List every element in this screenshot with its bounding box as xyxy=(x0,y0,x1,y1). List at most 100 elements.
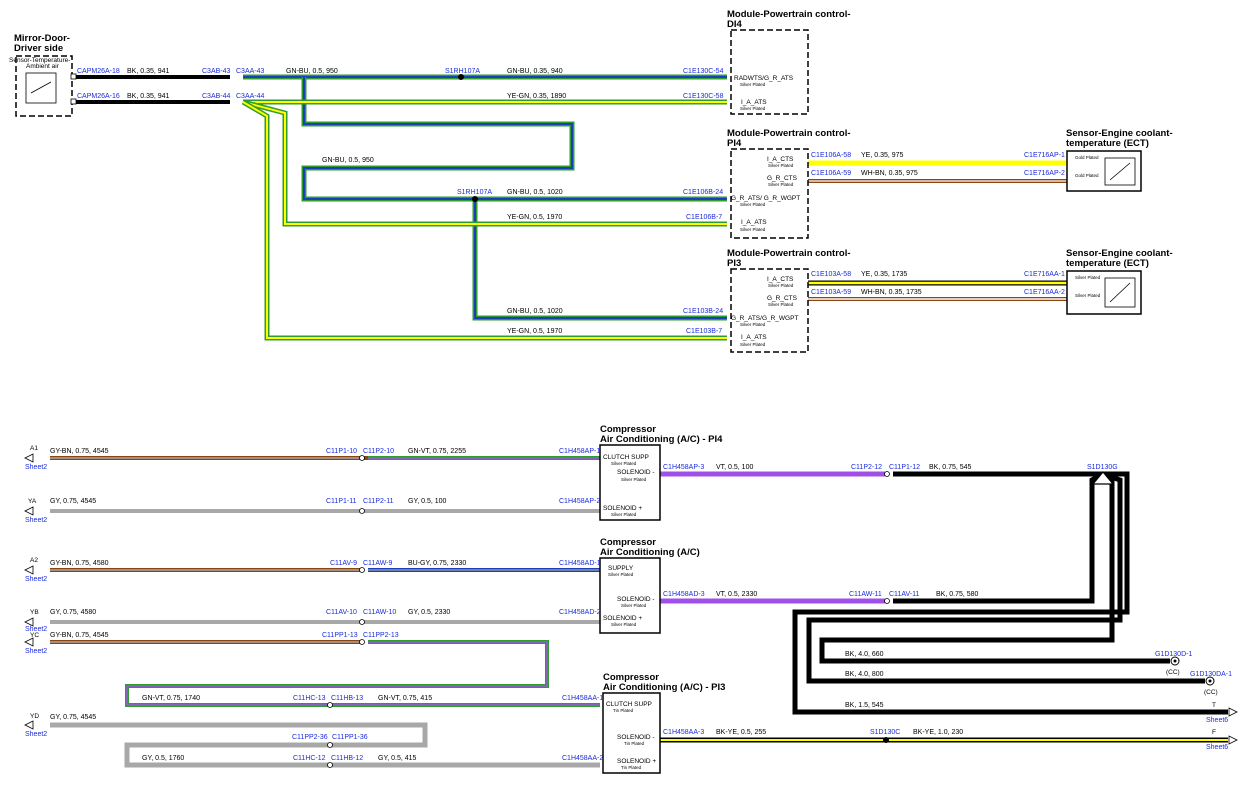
ref-yb-id: YB xyxy=(30,609,39,616)
ref-yd-sheet[interactable]: Sheet2 xyxy=(25,731,47,738)
mirror-title-2: Driver side xyxy=(14,43,63,54)
pcm-pi3-pin4-plating: Silver Plated xyxy=(740,342,766,347)
comp-ac-pin1-plating: Silver Plated xyxy=(608,572,634,577)
wl-gnvt415: GN-VT, 0.75, 415 xyxy=(378,695,432,702)
conn-s1rh-mid: S1RH107A xyxy=(457,189,492,196)
conn-c11aw11: C11AW-11 xyxy=(849,591,882,598)
wl-yegn1970-a: YE-GN, 0.5, 1970 xyxy=(507,214,562,221)
pcm-di4-pin2-plating: Silver Plated xyxy=(740,106,766,111)
comp-pi3-title-2: Air Conditioning (A/C) - PI3 xyxy=(603,682,725,693)
wl-bugy2330: BU-GY, 0.75, 2330 xyxy=(408,560,466,567)
ref-ya-sheet[interactable]: Sheet2 xyxy=(25,517,47,524)
ref-yc-id: YC xyxy=(30,632,39,639)
comp-pi4-pin2-plating: Silver Plated xyxy=(621,477,647,482)
comp-pi3-pin2-plating: Tin Plated xyxy=(624,741,645,746)
wl-bkye230: BK-YE, 1.0, 230 xyxy=(913,729,963,736)
pcm-di4-pin1-plating: Silver Plated xyxy=(740,82,766,87)
ect1-plating-2: Gold Plated xyxy=(1075,173,1099,178)
pcm-di4-title-2: DI4 xyxy=(727,19,743,30)
comp-pi4-title-2: Air Conditioning (A/C) - PI4 xyxy=(600,434,723,445)
wire-yegn-1970-a xyxy=(242,99,727,227)
pcm-pi3-title-1: Module-Powertrain control- xyxy=(727,248,851,259)
conn-c11pp1-13: C11PP1-13 xyxy=(322,632,358,639)
conn-c11aw9: C11AW-9 xyxy=(363,560,393,567)
comp-pi3-pin1-label: CLUTCH SUPP xyxy=(606,701,652,708)
ref-ya-id: YA xyxy=(28,498,37,505)
conn-c11hb12: C11HB-12 xyxy=(331,755,363,762)
wl-gnbu940: GN-BU, 0.35, 940 xyxy=(507,68,563,75)
wire-bk-580 xyxy=(893,471,1105,604)
ground-1-label: (CC) xyxy=(1166,669,1180,676)
pcm-pi4-pin1-label: I_A_CTS xyxy=(767,156,794,163)
comp-ac-pin3-plating: Silver Plated xyxy=(611,622,637,627)
wl-capm16: BK, 0.35, 941 xyxy=(127,93,170,100)
ect1-title-2: temperature (ECT) xyxy=(1066,138,1149,149)
conn-c11hc12: C11HC-12 xyxy=(293,755,326,762)
wl-gybn4545-b: GY-BN, 0.75, 4545 xyxy=(50,632,109,639)
ref-a2-sheet[interactable]: Sheet2 xyxy=(25,576,47,583)
ect2-plating-2: Silver Plated xyxy=(1075,293,1101,298)
wl-gnbu950-mid: GN-BU, 0.5, 950 xyxy=(322,157,374,164)
conn-c1e103a58: C1E103A-58 xyxy=(811,271,851,278)
pcm-pi4-pin2-label: G_R_CTS xyxy=(767,175,798,182)
ref-yd-id: YD xyxy=(30,713,39,720)
conn-c1e716aa1: C1E716AA-1 xyxy=(1024,271,1065,278)
conn-c11aw10: C11AW-10 xyxy=(363,609,396,616)
wl-yegn1890: YE-GN, 0.35, 1890 xyxy=(507,93,566,100)
conn-c1e106b7: C1E106B-7 xyxy=(686,214,722,221)
ref-f-sheet[interactable]: Sheet6 xyxy=(1206,744,1228,751)
pcm-pi3-pin2-plating: Silver Plated xyxy=(768,302,794,307)
pcm-pi4-pin2-plating: Silver Plated xyxy=(768,182,794,187)
wl-bk580: BK, 0.75, 580 xyxy=(936,591,979,598)
pcm-pi4-title-2: PI4 xyxy=(727,138,742,149)
ref-t-sheet[interactable]: Sheet6 xyxy=(1206,717,1228,724)
conn-c1h458aa1: C1H458AA-1 xyxy=(562,695,603,702)
ground-g1d130da: (CC) xyxy=(1204,676,1218,696)
ect1-plating-1: Gold Plated xyxy=(1075,155,1099,160)
pcm-pi3-title-2: PI3 xyxy=(727,258,741,269)
wl-gnbu1020-b: GN-BU, 0.5, 1020 xyxy=(507,308,563,315)
conn-c1e716ap2: C1E716AP-2 xyxy=(1024,170,1065,177)
comp-ac-pin1-label: SUPPLY xyxy=(608,565,634,572)
wl-gnbu1020-a: GN-BU, 0.5, 1020 xyxy=(507,189,563,196)
comp-pi3-pin3-label: SOLENOID + xyxy=(617,758,656,765)
pcm-pi4-pin1-plating: Silver Plated xyxy=(768,163,794,168)
conn-c1h458ad3: C1H458AD-3 xyxy=(663,591,705,598)
wl-ye975: YE, 0.35, 975 xyxy=(861,152,904,159)
conn-c1h458ad1: C1H458AD-1 xyxy=(559,560,601,567)
conn-c1e130c54: C1E130C-54 xyxy=(683,68,724,75)
wl-gnvt1740: GN-VT, 0.75, 1740 xyxy=(142,695,200,702)
comp-ac-pin2-label: SOLENOID - xyxy=(617,596,655,603)
conn-c11hc13: C11HC-13 xyxy=(293,695,326,702)
pcm-pi4-pin3-label: G_R_ATS/ G_R_WGPT xyxy=(731,195,800,202)
conn-capm18: CAPM26A-18 xyxy=(77,68,120,75)
ref-yc-sheet[interactable]: Sheet2 xyxy=(25,648,47,655)
pcm-di4-title-1: Module-Powertrain control- xyxy=(727,9,851,20)
ref-f-id: F xyxy=(1212,729,1216,736)
wl-whbn975: WH-BN, 0.35, 975 xyxy=(861,170,918,177)
wl-bkye255: BK-YE, 0.5, 255 xyxy=(716,729,766,736)
conn-s1d130g: S1D130G xyxy=(1087,464,1118,471)
ect-sensor-2: Sensor-Engine coolant- temperature (ECT)… xyxy=(1066,248,1173,315)
mirror-sub-2: Ambient air xyxy=(26,63,60,70)
mirror-pin-1 xyxy=(70,73,77,80)
wl-gy100: GY, 0.5, 100 xyxy=(408,498,447,505)
conn-c11p2-10: C11P2-10 xyxy=(363,448,394,455)
pcm-di4-pin2-label: I_A_ATS xyxy=(741,99,767,106)
comp-pi4-pin1-plating: Silver Plated xyxy=(611,461,637,466)
wl-bk545-a: BK, 0.75, 545 xyxy=(929,464,972,471)
wl-gy2330: GY, 0.5, 2330 xyxy=(408,609,450,616)
conn-c1h458ap3: C1H458AP-3 xyxy=(663,464,704,471)
ground-2-label: (CC) xyxy=(1204,689,1218,696)
conn-c1e106b24: C1E106B-24 xyxy=(683,189,723,196)
conn-g1d130da1: G1D130DA-1 xyxy=(1190,671,1232,678)
pcm-pi4-pin4-label: I_A_ATS xyxy=(741,219,767,226)
ref-a2-id: A2 xyxy=(30,557,38,564)
conn-c1e103a59: C1E103A-59 xyxy=(811,289,851,296)
wl-gy4545-b: GY, 0.75, 4545 xyxy=(50,714,96,721)
ref-a1-sheet[interactable]: Sheet2 xyxy=(25,464,47,471)
pcm-di4-component: Module-Powertrain control- DI4 RADWTS/G_… xyxy=(727,9,851,115)
comp-pi3-pin3-plating: Tin Plated xyxy=(621,765,642,770)
conn-c1h458ap2: C1H458AP-2 xyxy=(559,498,600,505)
conn-c3ab44: C3AB-44 xyxy=(202,93,231,100)
